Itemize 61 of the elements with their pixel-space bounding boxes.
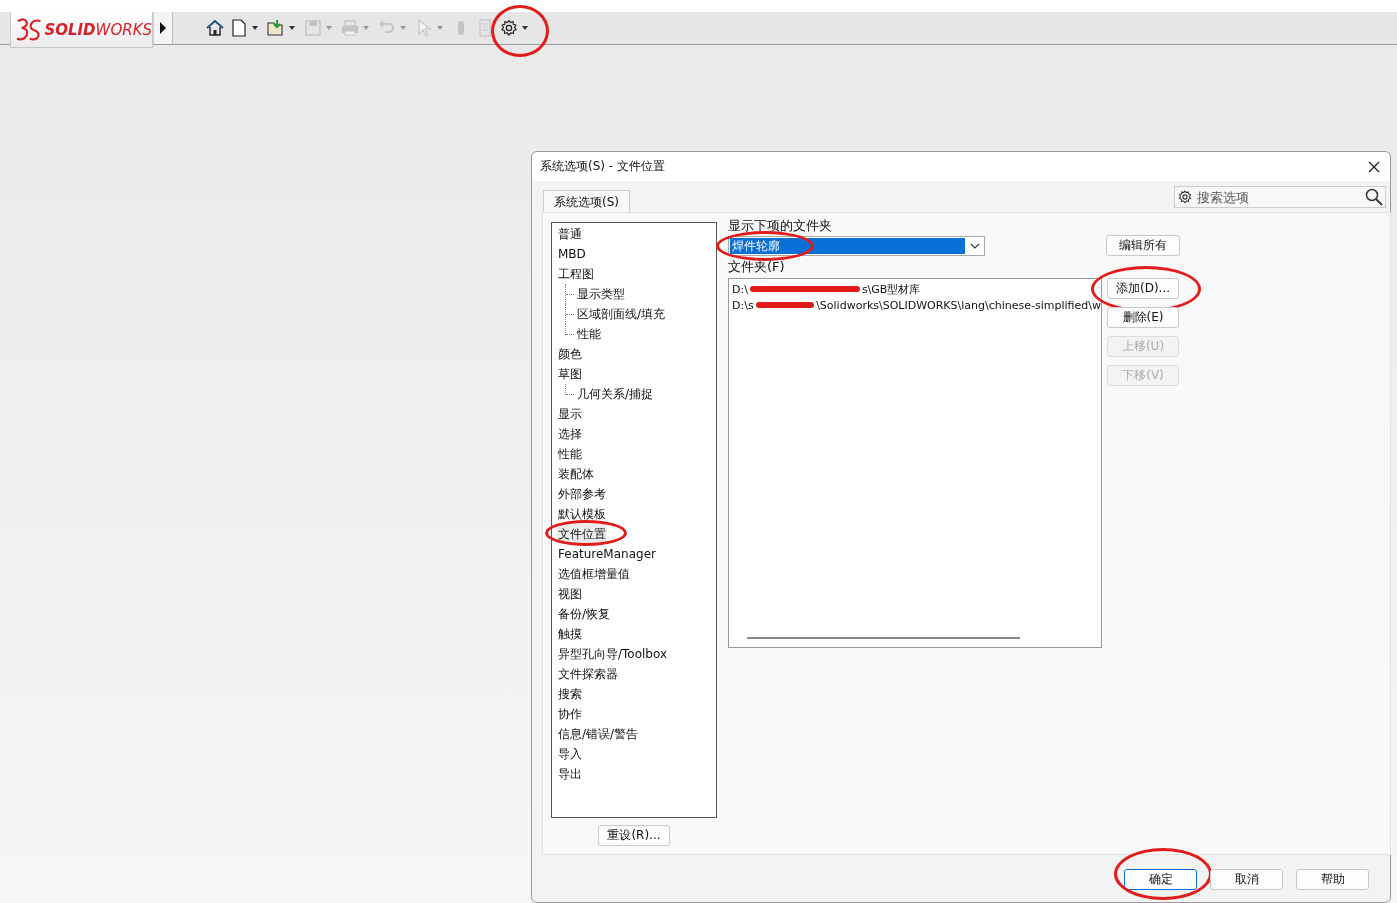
triangle-icon [159, 21, 167, 35]
tree-item[interactable]: 导入 [557, 744, 583, 764]
tree-item[interactable]: 外部参考 [557, 484, 607, 504]
tree-item[interactable]: 导出 [557, 764, 583, 784]
list-action-button[interactable]: 添加(D)... [1107, 278, 1179, 299]
tree-item[interactable]: 装配体 [557, 464, 595, 484]
logo-text: SOLIDWORKS [44, 20, 152, 39]
tree-item[interactable]: 选值框增量值 [557, 564, 631, 584]
tree-item[interactable]: 工程图 [557, 264, 595, 284]
options-icon[interactable] [499, 18, 519, 38]
close-icon[interactable] [1368, 160, 1380, 173]
tree-item[interactable]: 文件探索器 [557, 664, 619, 684]
caret-icon[interactable] [252, 26, 258, 30]
dialog-button[interactable]: 确定 [1124, 869, 1197, 890]
tree-item[interactable]: 普通 [557, 224, 583, 244]
chevron-icon [970, 242, 980, 249]
tree-item[interactable]: 异型孔向导/Toolbox [557, 644, 669, 664]
reset-button[interactable]: 重设(R)... [598, 825, 670, 846]
tree-item[interactable]: 触摸 [557, 624, 583, 644]
dialog-button[interactable]: 帮助 [1296, 869, 1369, 890]
tree-item[interactable]: 默认模板 [557, 504, 607, 524]
tree-item[interactable]: FeatureManager [557, 544, 657, 564]
dialog-tab[interactable]: 系统选项(S) [543, 190, 630, 212]
caret-icon[interactable] [522, 26, 528, 30]
dialog-title: 系统选项(S) - 文件位置 [540, 158, 665, 175]
tree-item[interactable]: 性能 [576, 324, 602, 344]
folder-path[interactable]: \Solidworks\SOLIDWORKS\lang\chinese-simplified\w [816, 298, 1101, 312]
folder-type-dropdown[interactable]: 焊件轮廓 [728, 235, 985, 256]
field-label: 显示下项的文件夹 [728, 218, 832, 234]
folder-path[interactable]: D:\s [732, 298, 754, 312]
new-icon[interactable] [229, 18, 249, 38]
logo-icon [15, 16, 43, 43]
tree-item[interactable]: 备份/恢复 [557, 604, 612, 624]
search-icon[interactable] [1365, 188, 1383, 206]
tree-item[interactable]: 性能 [557, 444, 583, 464]
search-field[interactable]: 搜索选项 [1174, 186, 1386, 208]
list-action-button[interactable]: 删除(E) [1107, 307, 1179, 328]
folder-path[interactable]: s\GB型材库 [861, 281, 921, 297]
home-icon[interactable] [205, 18, 225, 38]
tree-item[interactable]: 选择 [557, 424, 583, 444]
field-label: 文件夹(F) [728, 259, 785, 275]
expand-button[interactable] [153, 12, 173, 44]
settings-icon [1177, 189, 1193, 205]
tree-item[interactable]: 显示类型 [576, 284, 626, 304]
tree-item[interactable]: 显示 [557, 404, 583, 424]
tree-item[interactable]: 搜索 [557, 684, 583, 704]
tree-item[interactable]: 几何关系/捕捉 [576, 384, 655, 404]
tree-item[interactable]: 草图 [557, 364, 583, 384]
tree-item[interactable]: 区域剖面线/填充 [576, 304, 667, 324]
tree-item[interactable]: MBD [557, 244, 587, 264]
redaction-scribble [755, 302, 815, 308]
tree-item[interactable]: 视图 [557, 584, 583, 604]
edit-all-button[interactable]: 编辑所有 [1106, 235, 1180, 256]
caret-icon[interactable] [289, 26, 295, 30]
tree-item[interactable]: 协作 [557, 704, 583, 724]
dialog-button[interactable]: 取消 [1210, 869, 1283, 890]
tree-item[interactable]: 信息/错误/警告 [557, 724, 640, 744]
tree-item[interactable]: 文件位置 [557, 524, 607, 544]
scrollbar[interactable] [747, 637, 1020, 639]
tree-item[interactable]: 颜色 [557, 344, 583, 364]
folder-path[interactable]: D:\ [732, 282, 748, 296]
